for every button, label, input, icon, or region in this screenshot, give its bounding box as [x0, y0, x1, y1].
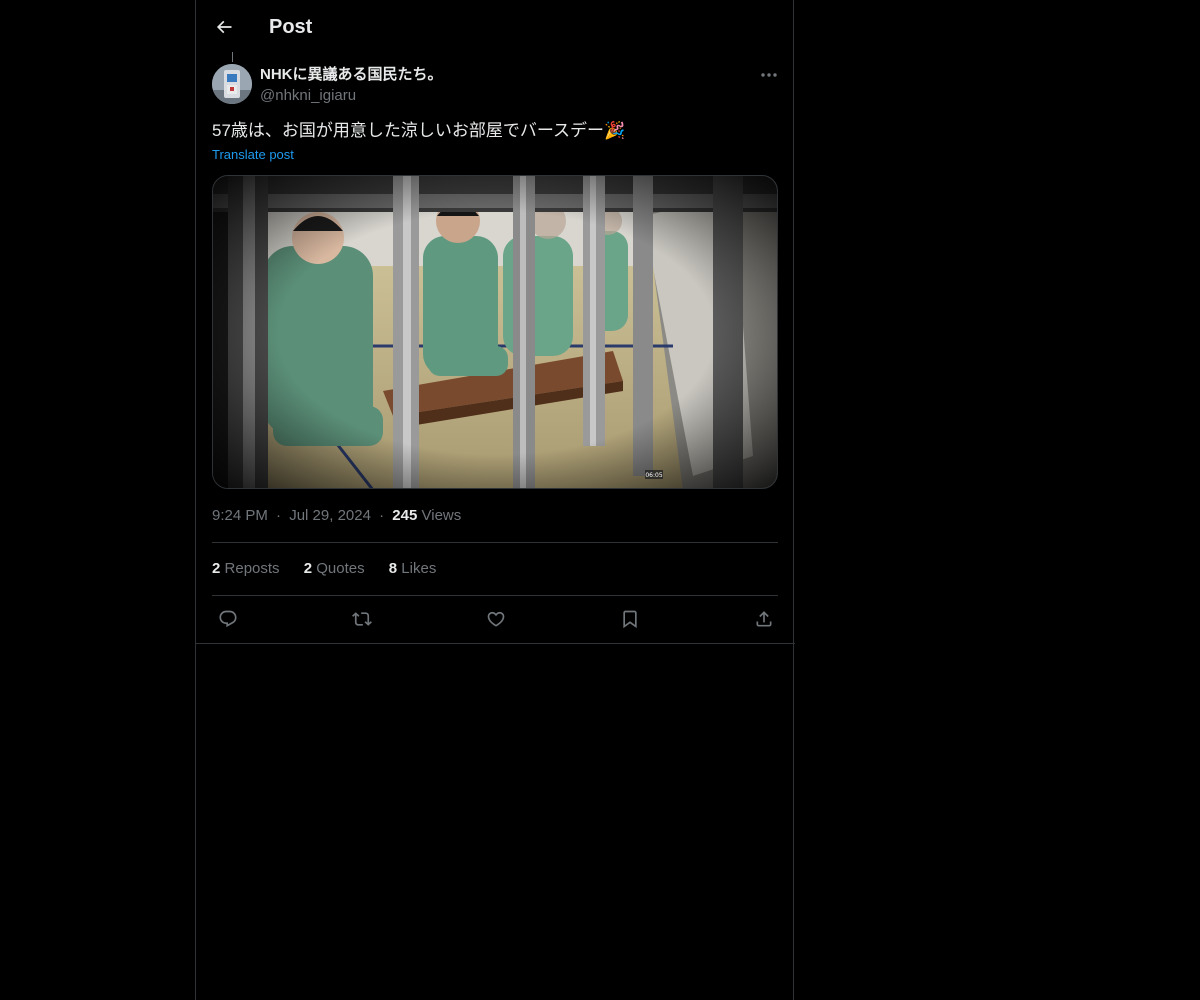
avatar-image: [212, 64, 252, 104]
quotes-stat[interactable]: 2 Quotes: [304, 559, 365, 579]
meta-separator: ·: [379, 507, 385, 524]
author-handle[interactable]: @nhkni_igiaru: [260, 86, 356, 106]
post-header: Post: [196, 0, 795, 54]
page-title: Post: [269, 16, 313, 38]
reply-button[interactable]: [213, 606, 243, 632]
prison-cell-photo: 06:05: [213, 176, 777, 488]
post-date[interactable]: Jul 29, 2024: [289, 507, 371, 524]
thread-line: [232, 52, 233, 62]
share-icon: [756, 611, 772, 627]
translate-post-link[interactable]: Translate post: [212, 146, 294, 164]
divider: [196, 643, 795, 644]
quotes-label: Quotes: [316, 560, 365, 577]
repost-icon: [352, 612, 372, 626]
divider: [212, 542, 778, 543]
back-button[interactable]: [210, 13, 238, 41]
post-meta: 9:24 PM · Jul 29, 2024 · 245 Views: [212, 506, 461, 526]
views-label: Views: [421, 507, 462, 524]
reposts-label: Reposts: [224, 560, 280, 577]
divider: [212, 595, 778, 596]
post-media-image[interactable]: 06:05: [212, 175, 778, 489]
like-button[interactable]: [481, 606, 511, 632]
author-display-name[interactable]: NHKに異議ある国民たち。: [260, 65, 443, 85]
post-text: 57歳は、お国が用意した涼しいお部屋でバースデー🎉: [212, 121, 626, 140]
bookmark-icon: [623, 610, 637, 629]
likes-stat[interactable]: 8 Likes: [389, 559, 437, 579]
reposts-count: 2: [212, 560, 221, 577]
meta-separator: ·: [276, 507, 282, 524]
views-count: 245: [392, 507, 418, 524]
likes-count: 8: [388, 560, 398, 577]
arrow-left-icon: [216, 20, 232, 34]
quotes-count: 2: [303, 560, 313, 577]
post-stats: 2 Reposts 2 Quotes 8 Likes: [212, 559, 456, 579]
media-timestamp: 06:05: [645, 472, 662, 479]
repost-button[interactable]: [347, 606, 377, 632]
post-column: Post NHKに異議ある国民たち。 @nhkni_igiaru 57歳は、お国…: [195, 0, 795, 1000]
more-options-button[interactable]: [756, 64, 782, 86]
share-button[interactable]: [749, 606, 779, 632]
post-time[interactable]: 9:24 PM: [212, 507, 268, 524]
reply-icon: [219, 610, 237, 628]
bookmark-button[interactable]: [615, 606, 645, 632]
more-horizontal-icon: [761, 73, 777, 77]
reposts-stat[interactable]: 2 Reposts: [212, 559, 280, 579]
avatar[interactable]: [212, 64, 252, 104]
likes-label: Likes: [401, 560, 437, 577]
like-icon: [487, 611, 505, 627]
